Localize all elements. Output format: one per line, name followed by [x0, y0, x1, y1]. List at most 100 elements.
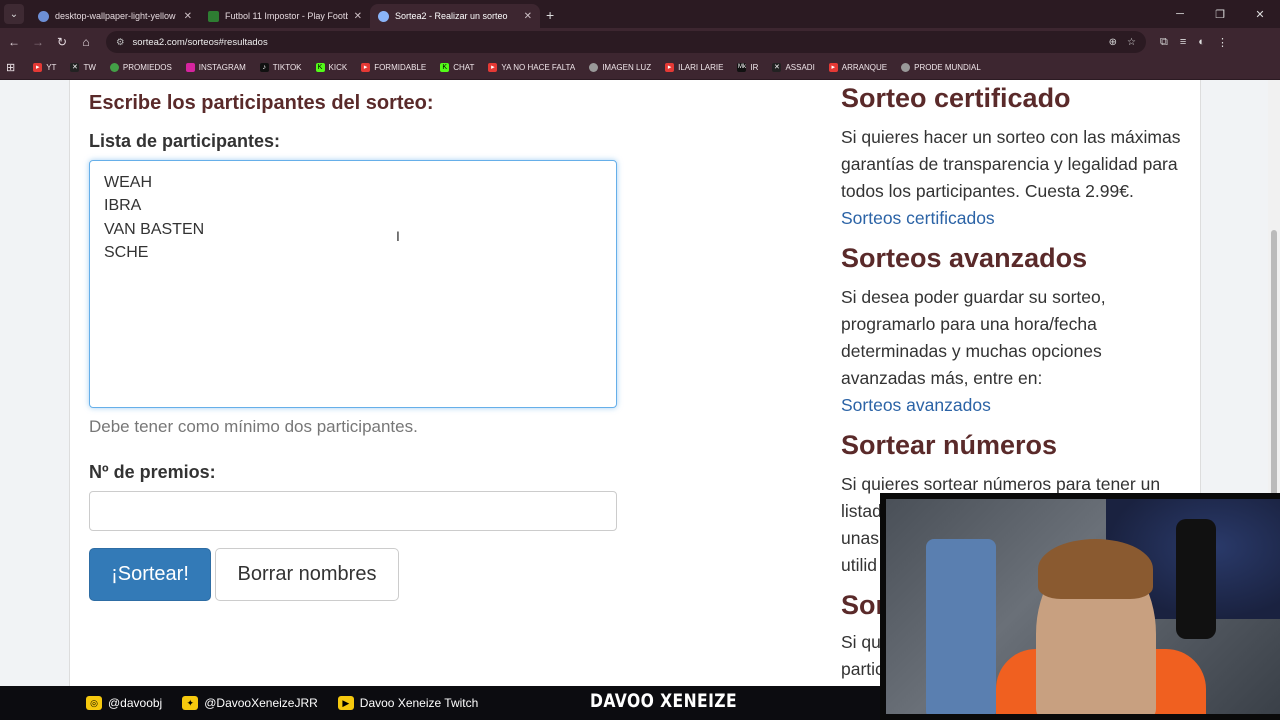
instagram-icon: ◎	[86, 696, 102, 710]
clear-names-button[interactable]: Borrar nombres	[215, 548, 399, 601]
bookmark-ya-no-hace-falta[interactable]: ▸ YA NO HACE FALTA	[488, 63, 575, 72]
promiedos-icon	[109, 63, 119, 72]
numbers-title: Sortear números	[841, 430, 1058, 460]
youtube-icon: ▸	[361, 63, 371, 72]
apps-grid-icon[interactable]: ⊞	[6, 61, 15, 74]
bookmark-label: ASSADI	[785, 63, 815, 72]
bookmark-label: IMAGEN LUZ	[602, 63, 652, 72]
participants-heading: Escribe los participantes del sorteo:	[89, 92, 434, 114]
extensions-icon[interactable]: ⧉	[1160, 36, 1168, 49]
webcam-feed	[886, 499, 1280, 714]
advanced-section: Sorteos avanzados Si desea poder guardar…	[841, 243, 1181, 419]
forward-icon[interactable]: →	[26, 35, 50, 49]
numbers-text-line: utilid	[841, 555, 877, 575]
bookmark-label: YT	[46, 63, 57, 72]
twitch-handle: ▶ Davoo Xeneize Twitch	[337, 696, 478, 710]
youtube-icon: ▸	[828, 63, 838, 72]
participants-list-label: Lista de participantes:	[89, 131, 281, 151]
zoom-icon[interactable]: ⊕	[1109, 37, 1117, 48]
bookmark-arranque[interactable]: ▸ ARRANQUE	[828, 63, 887, 72]
globe-icon	[901, 63, 911, 72]
home-icon[interactable]: ⌂	[74, 35, 98, 49]
twitter-bird-icon: ✦	[182, 696, 199, 710]
reload-icon[interactable]: ↻	[50, 35, 74, 49]
media-icon[interactable]: ≡	[1180, 36, 1186, 49]
draw-button[interactable]: ¡Sortear!	[89, 548, 211, 601]
address-bar: ← → ↻ ⌂ ⚙ sortea2.com/sorteos#resultados…	[0, 28, 1280, 56]
participants-textarea[interactable]: WEAH IBRA VAN BASTEN SCHE	[89, 160, 617, 408]
instagram-icon	[185, 63, 195, 72]
url-text: sortea2.com/sorteos#resultados	[132, 36, 268, 48]
streamer-hair	[1038, 539, 1153, 599]
profile-icon[interactable]: ◐	[1198, 36, 1205, 49]
tiktok-icon: ♪	[259, 63, 269, 72]
bookmark-label: ILARI LARIE	[678, 63, 724, 72]
site-info-icon[interactable]: ⚙	[116, 37, 125, 48]
tab-title: Sortea2 - Realizar un sorteo	[395, 11, 508, 21]
bookmark-ir[interactable]: Mk IR	[737, 63, 758, 72]
bookmark-label: PRODE MUNDIAL	[914, 63, 981, 72]
bookmark-star-icon[interactable]: ☆	[1127, 37, 1136, 48]
microphone	[1176, 519, 1216, 639]
webcam-overlay	[880, 493, 1280, 720]
close-tab-icon[interactable]: ✕	[524, 11, 532, 22]
globe-icon	[38, 10, 49, 22]
next-text-line: Si qu	[841, 632, 881, 652]
x-twitter-icon: ✕	[70, 63, 80, 72]
bookmark-promiedos[interactable]: PROMIEDOS	[109, 63, 172, 72]
url-input[interactable]: ⚙ sortea2.com/sorteos#resultados ⊕ ☆	[106, 31, 1146, 53]
restore-icon[interactable]: ❐	[1200, 0, 1240, 28]
bookmark-label: YA NO HACE FALTA	[501, 63, 576, 72]
twitter-text: @DavooXeneizeJRR	[204, 696, 318, 710]
bookmark-label: CHAT	[453, 63, 475, 72]
numbers-text-line: unas	[841, 528, 879, 548]
close-window-icon[interactable]: ✕	[1240, 0, 1280, 28]
close-tab-icon[interactable]: ✕	[354, 11, 362, 22]
prizes-label: Nº de premios:	[89, 462, 216, 482]
tab-search-chevron-icon[interactable]: ⌄	[4, 4, 24, 24]
tab-wallpaper[interactable]: desktop-wallpaper-light-yellow ✕	[30, 4, 200, 28]
certified-link[interactable]: Sorteos certificados	[841, 208, 995, 228]
bookmark-prode-mundial[interactable]: PRODE MUNDIAL	[901, 63, 981, 72]
window-controls: ─ ❐ ✕	[1160, 0, 1280, 28]
bookmark-label: TW	[83, 63, 96, 72]
bookmark-kick[interactable]: K KICK	[315, 63, 348, 72]
tab-sortea2[interactable]: Sortea2 - Realizar un sorteo ✕	[370, 4, 540, 28]
advanced-title: Sorteos avanzados	[841, 243, 1088, 273]
sortea2-icon	[378, 10, 389, 22]
text-cursor-icon: I	[396, 228, 400, 244]
bookmark-tiktok[interactable]: ♪ TIKTOK	[259, 63, 302, 72]
numbers-text: Si quieres sortear números para tener un	[841, 474, 1161, 494]
bookmark-assadi[interactable]: ✕ ASSADI	[772, 63, 815, 72]
stream-brand: DAVOO XENEIZE	[590, 690, 738, 712]
football-icon	[208, 10, 219, 22]
twitter-handle: ✦ @DavooXeneizeJRR	[182, 696, 318, 710]
participants-help-text: Debe tener como mínimo dos participantes…	[89, 417, 418, 436]
bookmark-imagen-luz[interactable]: IMAGEN LUZ	[589, 63, 651, 72]
prizes-input[interactable]	[89, 491, 617, 531]
bookmark-yt[interactable]: ▸ YT	[33, 63, 56, 72]
browser-tools: ⧉ ≡ ◐ ⋮	[1160, 36, 1228, 49]
new-tab-icon[interactable]: +	[546, 7, 554, 23]
player-poster	[926, 539, 996, 714]
bookmark-instagram[interactable]: INSTAGRAM	[185, 63, 246, 72]
next-text-line: partic	[841, 659, 884, 679]
bookmark-formidable[interactable]: ▸ FORMIDABLE	[361, 63, 426, 72]
tab-title: desktop-wallpaper-light-yellow	[55, 11, 176, 21]
bookmark-label: KICK	[328, 63, 348, 72]
instagram-handle: ◎ @davoobj	[86, 696, 162, 710]
back-icon[interactable]: ←	[2, 35, 26, 49]
minimize-icon[interactable]: ─	[1160, 0, 1200, 28]
bookmark-tw[interactable]: ✕ TW	[70, 63, 96, 72]
bookmark-label: PROMIEDOS	[122, 63, 172, 72]
close-tab-icon[interactable]: ✕	[184, 11, 192, 22]
bookmark-chat[interactable]: K CHAT	[440, 63, 474, 72]
bookmarks-bar: ⊞ ▸ YT ✕ TW PROMIEDOS INSTAGRAM ♪ TIKTOK KK…	[0, 56, 1280, 80]
menu-icon[interactable]: ⋮	[1217, 36, 1228, 49]
numbers-text-line: listad	[841, 501, 882, 521]
bookmark-label: IR	[750, 63, 759, 72]
bookmark-ilari-larie[interactable]: ▸ ILARI LARIE	[665, 63, 723, 72]
kick-icon: K	[440, 63, 450, 72]
tab-futbol[interactable]: Futbol 11 Impostor - Play Footb ✕	[200, 4, 370, 28]
advanced-link[interactable]: Sorteos avanzados	[841, 395, 991, 415]
